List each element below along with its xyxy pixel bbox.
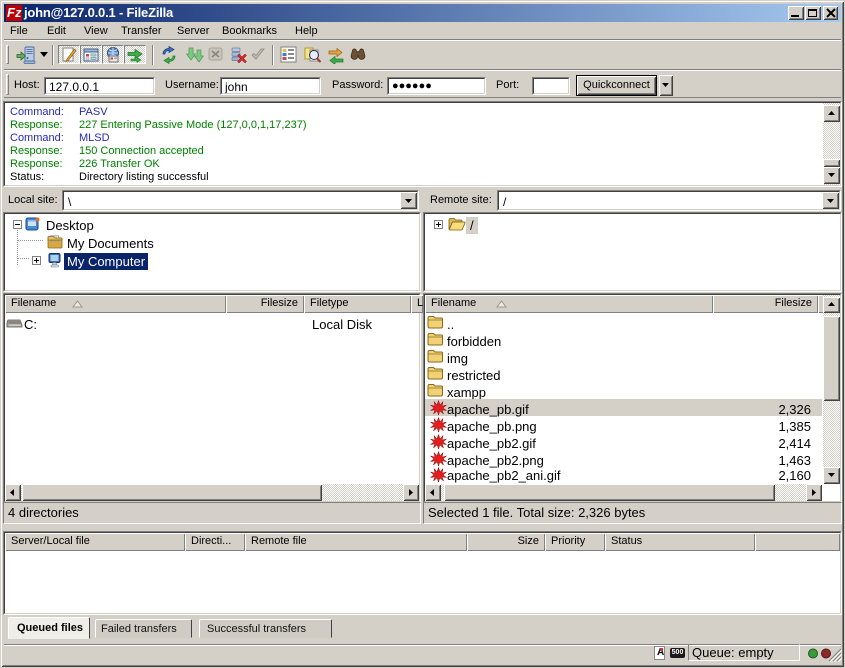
svg-text:Fz: Fz <box>7 5 22 20</box>
